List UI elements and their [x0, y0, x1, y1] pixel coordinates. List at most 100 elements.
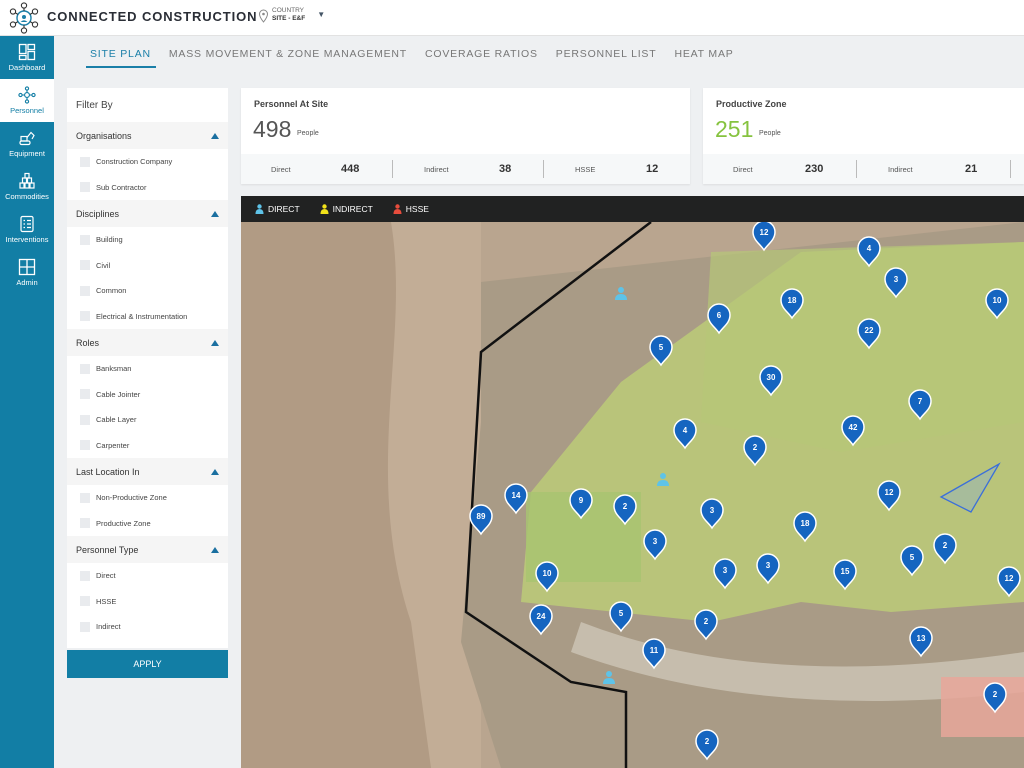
filter-option[interactable]: Productive Zone: [67, 511, 228, 537]
divider: [543, 160, 544, 178]
indirect-label: Indirect: [888, 165, 913, 174]
checkbox[interactable]: [80, 182, 90, 193]
checkbox[interactable]: [80, 596, 90, 607]
nav-admin-label: Admin: [16, 278, 38, 287]
marker-count: 15: [841, 567, 850, 576]
collapse-caret-icon[interactable]: [211, 546, 219, 553]
filter-option[interactable]: Cable Layer: [67, 407, 228, 433]
filter-option[interactable]: Civil: [67, 253, 228, 279]
checkbox[interactable]: [80, 285, 90, 296]
collapse-caret-icon[interactable]: [211, 468, 219, 475]
filter-option[interactable]: Sub Contractor: [67, 175, 228, 201]
nav-admin[interactable]: Admin: [0, 251, 54, 294]
legend-direct-label: DIRECT: [268, 204, 300, 214]
checkbox[interactable]: [80, 518, 90, 529]
option-label: Non-Productive Zone: [96, 493, 167, 503]
filter-option[interactable]: Electrical & Instrumentation: [67, 304, 228, 330]
checkbox[interactable]: [80, 492, 90, 503]
nav-dashboard[interactable]: Dashboard: [0, 36, 54, 79]
legend-indirect[interactable]: INDIRECT: [320, 204, 373, 214]
direct-label: Direct: [271, 165, 291, 174]
filter-option[interactable]: Non-Productive Zone: [67, 485, 228, 511]
nav-dashboard-label: Dashboard: [8, 63, 46, 72]
hsse-zone: [941, 677, 1024, 737]
nav-interventions[interactable]: Interventions: [0, 208, 54, 251]
marker-count: 5: [910, 553, 915, 562]
location-pin-icon: [258, 9, 269, 23]
tab-personnel-list[interactable]: PERSONNEL LIST: [552, 46, 662, 68]
nav-commodities[interactable]: Commodities: [0, 165, 54, 208]
section-title: Roles: [76, 337, 100, 348]
checkbox[interactable]: [80, 260, 90, 271]
tab-site-plan[interactable]: SITE PLAN: [86, 46, 156, 68]
tab-mass-movement[interactable]: MASS MOVEMENT & ZONE MANAGEMENT: [165, 46, 412, 68]
filter-option[interactable]: Indirect: [67, 614, 228, 640]
filter-section-personnel-type[interactable]: Personnel Type: [67, 536, 228, 563]
nav-equipment-label: Equipment: [9, 149, 45, 158]
excavator-icon: [19, 131, 35, 146]
filter-section-disciplines[interactable]: Disciplines: [67, 200, 228, 227]
marker-count: 3: [723, 566, 728, 575]
legend-direct[interactable]: DIRECT: [255, 204, 300, 214]
checkbox[interactable]: [80, 363, 90, 374]
divider: [1010, 160, 1011, 178]
divider: [856, 160, 857, 178]
section-title: Disciplines: [76, 208, 120, 219]
legend-hsse[interactable]: HSSE: [393, 204, 429, 214]
site-selector[interactable]: COUNTRY SITE - E&F ▼: [258, 7, 325, 23]
marker-count: 30: [767, 373, 776, 382]
nav-personnel[interactable]: Personnel: [0, 79, 54, 122]
tab-heat-map[interactable]: HEAT MAP: [670, 46, 738, 68]
direct-count: 230: [805, 163, 824, 175]
marker-count: 2: [943, 541, 948, 550]
filter-option[interactable]: Building: [67, 227, 228, 253]
filter-section-roles[interactable]: Roles: [67, 329, 228, 356]
marker-count: 18: [788, 296, 797, 305]
section-title: Last Location In: [76, 466, 140, 477]
option-label: Building: [96, 235, 123, 245]
person-head: [660, 473, 666, 479]
person-hsse-icon: [393, 204, 402, 214]
top-bar: CONNECTED CONSTRUCTION COUNTRY SITE - E&…: [0, 0, 1024, 36]
connected-logo-icon[interactable]: [8, 2, 40, 34]
filter-option[interactable]: Direct: [67, 563, 228, 589]
left-nav: Dashboard Personnel Equipment Commoditie…: [0, 36, 54, 768]
checkbox[interactable]: [80, 570, 90, 581]
caret-down-icon[interactable]: ▼: [317, 10, 325, 19]
collapse-caret-icon[interactable]: [211, 132, 219, 139]
tab-coverage-ratios[interactable]: COVERAGE RATIOS: [421, 46, 543, 68]
tab-bar: SITE PLAN MASS MOVEMENT & ZONE MANAGEMEN…: [86, 46, 748, 68]
collapse-caret-icon[interactable]: [211, 339, 219, 346]
checkbox[interactable]: [80, 156, 90, 167]
apply-button[interactable]: APPLY: [67, 650, 228, 678]
filter-section-last-location[interactable]: Last Location In: [67, 458, 228, 485]
filter-option[interactable]: Construction Company: [67, 149, 228, 175]
filter-option[interactable]: Carpenter: [67, 433, 228, 459]
hsse-label: HSSE: [575, 165, 596, 174]
filter-option[interactable]: Cable Jointer: [67, 382, 228, 408]
person-head: [618, 287, 624, 293]
checkbox[interactable]: [80, 440, 90, 451]
filter-section-organisations[interactable]: Organisations: [67, 122, 228, 149]
nav-equipment[interactable]: Equipment: [0, 122, 54, 165]
checkbox[interactable]: [80, 414, 90, 425]
map-legend: DIRECT INDIRECT HSSE: [241, 196, 1024, 222]
satellite-map[interactable]: 1243101865223074242121492103183235315125…: [241, 222, 1024, 768]
filter-option[interactable]: Common: [67, 278, 228, 304]
network-icon: [18, 86, 36, 104]
marker-count: 14: [512, 491, 521, 500]
option-label: Civil: [96, 260, 111, 270]
personnel-breakdown: Direct 448 Indirect 38 HSSE 12: [241, 154, 690, 184]
checkbox[interactable]: [80, 311, 90, 322]
marker-count: 12: [885, 488, 894, 497]
filter-option[interactable]: Banksman: [67, 356, 228, 382]
checkbox[interactable]: [80, 234, 90, 245]
filter-option[interactable]: HSSE: [67, 589, 228, 615]
checkbox[interactable]: [80, 621, 90, 632]
nav-commodities-label: Commodities: [5, 192, 49, 201]
indirect-count: 38: [499, 163, 512, 175]
collapse-caret-icon[interactable]: [211, 210, 219, 217]
nav-interventions-label: Interventions: [5, 235, 49, 244]
site-map[interactable]: 12 4 3 10 18 6 5 22 30 7 42 4 2 12 14 9 2 10 3 18 3 2 3 5 3 15 12 5…: [241, 222, 1024, 768]
checkbox[interactable]: [80, 389, 90, 400]
